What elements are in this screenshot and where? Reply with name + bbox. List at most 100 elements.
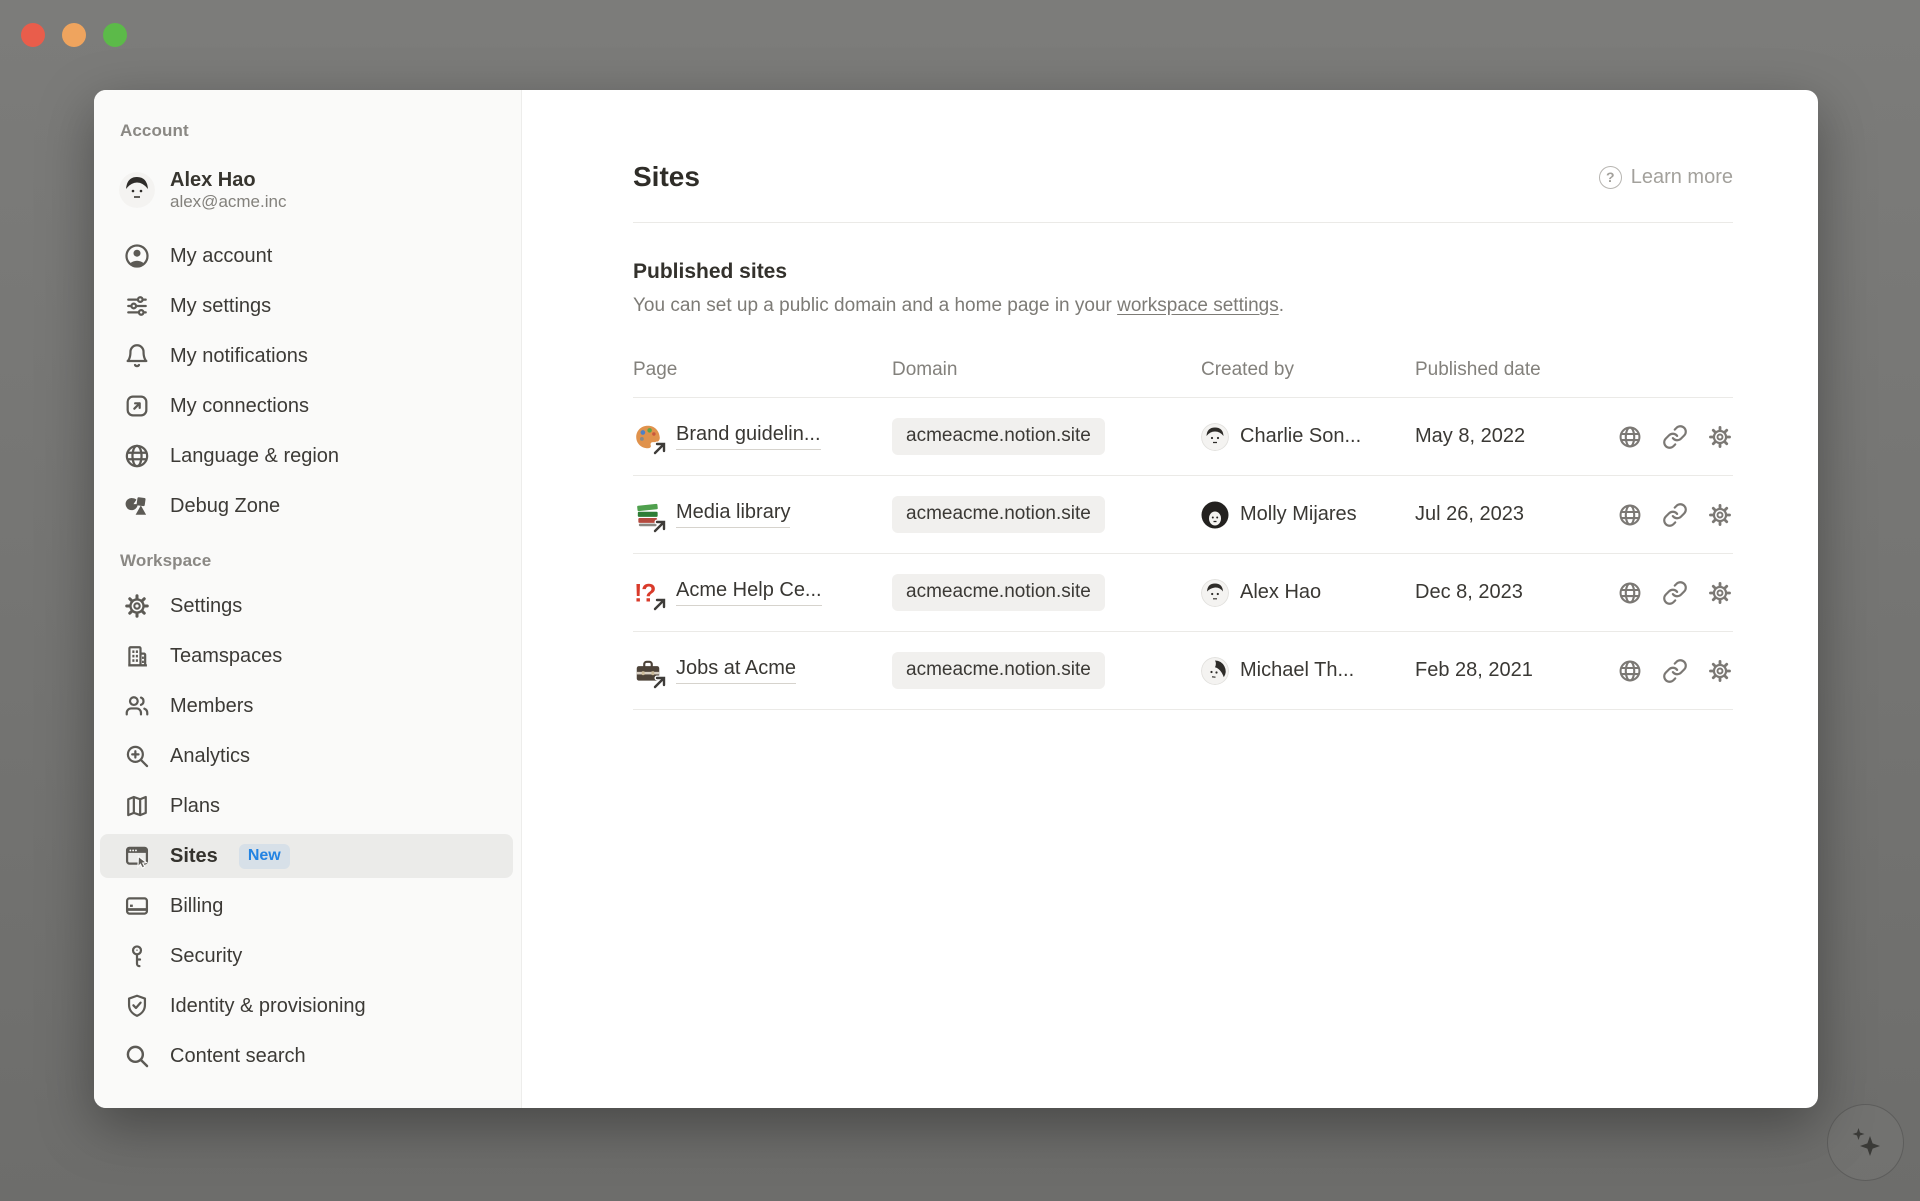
- sidebar-item-label: Billing: [170, 895, 223, 918]
- question-circle-icon: ?: [1599, 166, 1622, 189]
- briefcase-icon: [633, 656, 663, 686]
- sidebar-item-settings[interactable]: Settings: [100, 584, 513, 628]
- gear-icon[interactable]: [1707, 658, 1733, 684]
- sparkles-icon: [1845, 1122, 1887, 1164]
- sidebar-item-label: My notifications: [170, 345, 308, 368]
- zoom-button[interactable]: [103, 23, 127, 47]
- user-email: alex@acme.inc: [170, 192, 286, 212]
- domain-pill[interactable]: acmeacme.notion.site: [892, 496, 1105, 533]
- sidebar-item-sites[interactable]: Sites New: [100, 834, 513, 878]
- sidebar-item-label: My settings: [170, 295, 271, 318]
- sidebar-item-plans[interactable]: Plans: [100, 784, 513, 828]
- sidebar-item-my-notifications[interactable]: My notifications: [100, 334, 513, 378]
- sidebar-item-label: Plans: [170, 795, 220, 818]
- books-icon: [633, 500, 663, 530]
- sidebar-item-debug-zone[interactable]: Debug Zone: [100, 484, 513, 528]
- sliders-icon: [123, 292, 151, 320]
- sidebar-item-label: My connections: [170, 395, 309, 418]
- gear-icon[interactable]: [1707, 424, 1733, 450]
- column-header-page: Page: [633, 359, 892, 381]
- domain-pill[interactable]: acmeacme.notion.site: [892, 652, 1105, 689]
- settings-sidebar: Account Alex Hao alex@acme.inc My accoun…: [94, 90, 522, 1108]
- window-controls[interactable]: [21, 23, 127, 47]
- sidebar-item-label: Security: [170, 945, 242, 968]
- account-section-label: Account: [120, 120, 521, 142]
- globe-icon: [123, 442, 151, 470]
- table-row: Jobs at Acme acmeacme.notion.site Michae…: [633, 632, 1733, 710]
- table-row: Media library acmeacme.notion.site Molly…: [633, 476, 1733, 554]
- published-date: Feb 28, 2021: [1415, 659, 1602, 682]
- sidebar-item-label: Teamspaces: [170, 645, 282, 668]
- sidebar-item-identity-provisioning[interactable]: Identity & provisioning: [100, 984, 513, 1028]
- link-icon[interactable]: [1662, 502, 1688, 528]
- link-icon[interactable]: [1662, 658, 1688, 684]
- published-date: Dec 8, 2023: [1415, 581, 1602, 604]
- sidebar-item-security[interactable]: Security: [100, 934, 513, 978]
- workspace-settings-link[interactable]: workspace settings: [1117, 295, 1279, 316]
- sidebar-item-label: Identity & provisioning: [170, 995, 366, 1018]
- sidebar-item-my-settings[interactable]: My settings: [100, 284, 513, 328]
- creator-name: Alex Hao: [1240, 581, 1321, 604]
- link-icon[interactable]: [1662, 424, 1688, 450]
- gear-icon: [123, 592, 151, 620]
- sidebar-item-label: Sites: [170, 845, 218, 868]
- external-arrow-icon: [652, 519, 667, 534]
- domain-pill[interactable]: acmeacme.notion.site: [892, 418, 1105, 455]
- sidebar-item-content-search[interactable]: Content search: [100, 1034, 513, 1078]
- page-link[interactable]: Brand guidelin...: [676, 423, 821, 450]
- sidebar-item-language-region[interactable]: Language & region: [100, 434, 513, 478]
- globe-icon[interactable]: [1617, 580, 1643, 606]
- sidebar-item-analytics[interactable]: Analytics: [100, 734, 513, 778]
- ai-assistant-button[interactable]: [1827, 1104, 1904, 1181]
- sidebar-item-members[interactable]: Members: [100, 684, 513, 728]
- creator-name: Molly Mijares: [1240, 503, 1357, 526]
- browser-cursor-icon: [123, 842, 151, 870]
- globe-icon[interactable]: [1617, 658, 1643, 684]
- credit-card-icon: [123, 892, 151, 920]
- creator-avatar: [1201, 501, 1229, 529]
- table-row: !? Acme Help Ce... acmeacme.notion.site …: [633, 554, 1733, 632]
- external-arrow-icon: [652, 441, 667, 456]
- palette-icon: [633, 422, 663, 452]
- sidebar-item-label: Members: [170, 695, 253, 718]
- sidebar-item-teamspaces[interactable]: Teamspaces: [100, 634, 513, 678]
- sidebar-item-label: Debug Zone: [170, 495, 280, 518]
- magnifier-plus-icon: [123, 742, 151, 770]
- shield-check-icon: [123, 992, 151, 1020]
- external-arrow-icon: [652, 675, 667, 690]
- workspace-section-label: Workspace: [120, 550, 521, 572]
- page-link[interactable]: Jobs at Acme: [676, 657, 796, 684]
- creator-name: Michael Th...: [1240, 659, 1354, 682]
- account-user-row[interactable]: Alex Hao alex@acme.inc: [119, 168, 521, 212]
- shapes-icon: [123, 492, 151, 520]
- column-header-created-by: Created by: [1201, 359, 1415, 381]
- learn-more-label: Learn more: [1631, 166, 1733, 189]
- search-icon: [123, 1042, 151, 1070]
- gear-icon[interactable]: [1707, 502, 1733, 528]
- settings-dialog: Account Alex Hao alex@acme.inc My accoun…: [94, 90, 1818, 1108]
- key-icon: [123, 942, 151, 970]
- globe-icon[interactable]: [1617, 502, 1643, 528]
- creator-avatar: [1201, 657, 1229, 685]
- learn-more-button[interactable]: ? Learn more: [1599, 166, 1733, 189]
- gear-icon[interactable]: [1707, 580, 1733, 606]
- external-arrow-icon: [652, 597, 667, 612]
- user-avatar: [119, 172, 155, 208]
- header-divider: [633, 222, 1733, 223]
- map-icon: [123, 792, 151, 820]
- sidebar-item-my-account[interactable]: My account: [100, 234, 513, 278]
- globe-icon[interactable]: [1617, 424, 1643, 450]
- published-sites-description: You can set up a public domain and a hom…: [633, 293, 1733, 319]
- creator-avatar: [1201, 579, 1229, 607]
- column-header-published-date: Published date: [1415, 359, 1602, 381]
- domain-pill[interactable]: acmeacme.notion.site: [892, 574, 1105, 611]
- sidebar-item-my-connections[interactable]: My connections: [100, 384, 513, 428]
- sidebar-item-billing[interactable]: Billing: [100, 884, 513, 928]
- close-button[interactable]: [21, 23, 45, 47]
- page-link[interactable]: Media library: [676, 501, 790, 528]
- creator-name: Charlie Son...: [1240, 425, 1361, 448]
- minimize-button[interactable]: [62, 23, 86, 47]
- link-icon[interactable]: [1662, 580, 1688, 606]
- user-name: Alex Hao: [170, 168, 286, 192]
- page-link[interactable]: Acme Help Ce...: [676, 579, 822, 606]
